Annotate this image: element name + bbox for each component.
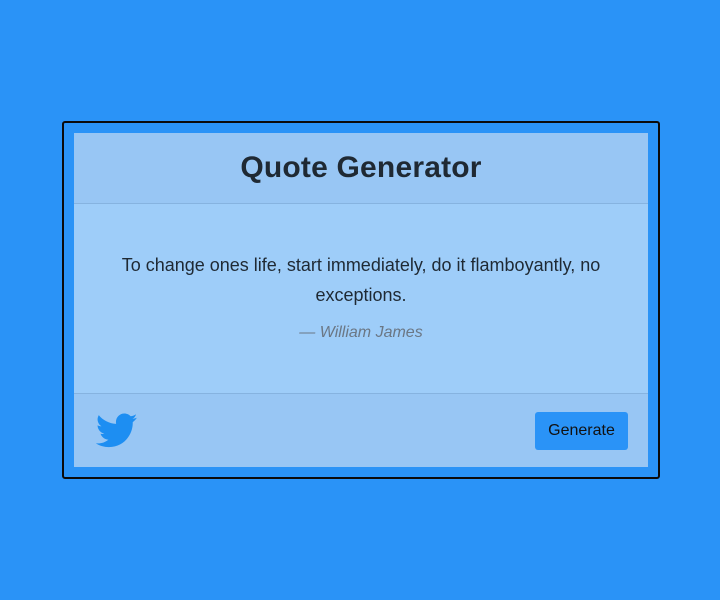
quote-card: Quote Generator To change ones life, sta…	[74, 133, 648, 467]
card-header: Quote Generator	[74, 133, 648, 204]
quote-box-frame: Quote Generator To change ones life, sta…	[62, 121, 660, 479]
quote-text: To change ones life, start immediately, …	[121, 255, 601, 305]
quote-author: — William James	[299, 324, 423, 341]
page-title: Quote Generator	[240, 151, 482, 184]
card-body: To change ones life, start immediately, …	[74, 204, 648, 393]
twitter-bird-icon[interactable]	[96, 413, 138, 449]
card-footer: Generate	[74, 393, 648, 467]
tweet-quote-link[interactable]	[96, 413, 138, 449]
generate-button[interactable]: Generate	[535, 411, 628, 450]
